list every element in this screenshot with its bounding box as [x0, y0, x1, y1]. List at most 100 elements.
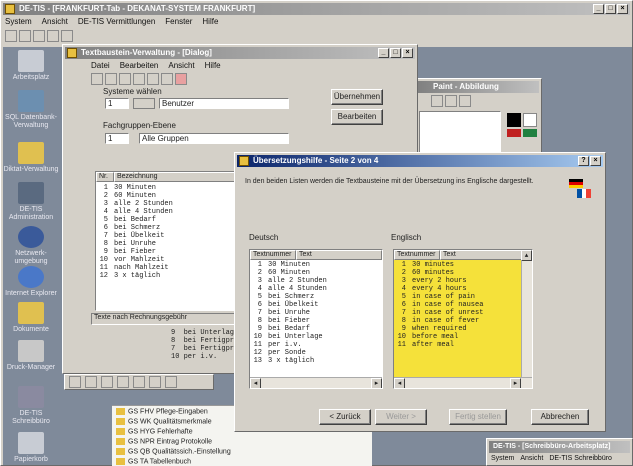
tree-item[interactable]: GS FHV Pflege-Eingaben — [116, 408, 208, 415]
print-icon[interactable] — [47, 30, 59, 42]
row-text: per Sonde — [268, 349, 306, 357]
close-button[interactable]: × — [617, 4, 628, 14]
tree-item[interactable]: GS HYG Fehlerhafte — [116, 428, 193, 435]
color-swatch-black[interactable] — [507, 113, 521, 127]
maximize-button[interactable]: □ — [605, 4, 616, 14]
minimize-button[interactable]: _ — [593, 4, 604, 14]
editor-maximize-button[interactable]: □ — [390, 48, 401, 58]
french-flag-icon[interactable] — [577, 189, 592, 198]
image-window-titlebar[interactable]: Paint - Abbildung — [417, 81, 539, 93]
row-number: 3 — [103, 200, 108, 208]
editor-menu-bearbeiten[interactable]: Bearbeiten — [120, 61, 159, 72]
open-icon[interactable] — [105, 73, 117, 85]
fill-icon[interactable] — [149, 376, 161, 388]
row-text: 3 x täglich — [114, 272, 161, 280]
cancel-button[interactable]: Abbrechen — [531, 409, 589, 425]
target-col-nr-header[interactable]: Textnummer — [394, 250, 440, 260]
home-icon[interactable] — [33, 30, 45, 42]
desktop-icon-druck[interactable]: Druck-Manager — [2, 340, 60, 372]
menu-fenster[interactable]: Fenster — [165, 17, 192, 28]
system-picker-icon[interactable] — [133, 98, 155, 109]
next-button[interactable]: Weiter > — [375, 409, 427, 425]
scroll-right-arrow-icon[interactable]: ▸ — [371, 378, 382, 388]
german-flag-icon[interactable] — [569, 179, 583, 188]
finish-button[interactable]: Fertig stellen — [449, 409, 507, 425]
color-swatch-green[interactable] — [523, 129, 537, 137]
row-text: after meal — [412, 341, 455, 349]
editor-close-button[interactable]: × — [402, 48, 413, 58]
mini-window-titlebar[interactable]: DE-TIS - [Schreibbüro-Arbeitsplatz] — [489, 441, 630, 453]
pen-icon[interactable] — [445, 95, 457, 107]
save-icon[interactable] — [119, 73, 131, 85]
editor-menu-datei[interactable]: Datei — [91, 61, 110, 72]
desktop-icon-schreibbuero[interactable]: DE-TIS Schreibbüro — [2, 386, 60, 426]
copy-icon[interactable] — [147, 73, 159, 85]
menu-system[interactable]: System — [5, 17, 32, 28]
bearbeiten-button[interactable]: Bearbeiten — [331, 109, 383, 125]
desktop-icon-dokumente[interactable]: Dokumente — [2, 302, 60, 334]
back-icon[interactable] — [5, 30, 17, 42]
folder-icon — [116, 438, 125, 445]
zoom-icon[interactable] — [431, 95, 443, 107]
tree-item[interactable]: GS QB Qualitätssich.-Einstellung — [116, 448, 231, 455]
menu-vermittlungen[interactable]: DE-TIS Vermittlungen — [78, 17, 155, 28]
desktop-icon-papierkorb[interactable]: Papierkorb — [2, 432, 60, 464]
desktop-icon-arbeitsplatz[interactable]: Arbeitsplatz — [2, 50, 60, 82]
source-col-text-header[interactable]: Text — [296, 250, 382, 260]
editor-menu-hilfe[interactable]: Hilfe — [205, 61, 221, 72]
help-icon[interactable] — [61, 30, 73, 42]
target-scroll-left-arrow-icon[interactable]: ◂ — [394, 378, 405, 388]
col-nr-header[interactable]: Nr. — [96, 172, 114, 182]
professional-name-field[interactable]: Alle Gruppen — [139, 133, 289, 144]
target-list[interactable]: Textnummer Text 1 30 minutes 2 60 minutes 3 e… — [393, 249, 533, 389]
pencil-icon[interactable] — [165, 376, 177, 388]
select-icon[interactable] — [69, 376, 81, 388]
desktop-icon-ie[interactable]: Internet Explorer — [2, 266, 60, 298]
mini-menu-ansicht[interactable]: Ansicht — [520, 455, 543, 466]
tree-item[interactable]: GS NPR Eintrag Protokolle — [116, 438, 212, 445]
desktop-icon-sql[interactable]: SQL Datenbank-Verwaltung — [2, 90, 60, 130]
mini-menu-schreibbuero[interactable]: DE-TIS Schreibbüro — [549, 455, 612, 466]
target-scroll-right-arrow-icon[interactable]: ▸ — [510, 378, 521, 388]
new-icon[interactable] — [91, 73, 103, 85]
target-col-text-header[interactable]: Text — [440, 250, 532, 260]
source-hscrollbar[interactable]: ◂ ▸ — [250, 377, 382, 388]
menu-ansicht[interactable]: Ansicht — [42, 17, 68, 28]
color-swatch-white[interactable] — [523, 113, 537, 127]
uebernehmen-button[interactable]: Übernehmen — [331, 89, 383, 105]
tree-item[interactable]: GS WK Qualitätsmerkmale — [116, 418, 212, 425]
target-vscrollbar[interactable]: ▴ — [521, 250, 532, 377]
editor-minimize-button[interactable]: _ — [378, 48, 389, 58]
menu-hilfe[interactable]: Hilfe — [202, 17, 218, 28]
ellipse-icon[interactable] — [101, 376, 113, 388]
tree-item[interactable]: GS TA Tabellenbuch — [116, 458, 191, 465]
system-number-field[interactable]: 1 — [105, 98, 129, 109]
dialog-titlebar[interactable]: Übersetzungshilfe - Seite 2 von 4 ? × — [237, 155, 603, 167]
main-window-titlebar[interactable]: DE-TIS - [FRANKFURT-Tab - DEKANAT-SYSTEM… — [3, 3, 630, 15]
back-button[interactable]: < Zurück — [319, 409, 371, 425]
desktop-icon-network[interactable]: Netzwerk-umgebung — [2, 226, 60, 266]
source-col-nr-header[interactable]: Textnummer — [250, 250, 296, 260]
system-name-field[interactable]: Benutzer — [159, 98, 289, 109]
paste-icon[interactable] — [161, 73, 173, 85]
desktop-icon-admin[interactable]: DE-TIS Administration — [2, 182, 60, 222]
text-tool-icon[interactable] — [133, 376, 145, 388]
delete-icon[interactable] — [175, 73, 187, 85]
desktop-icon-diktat[interactable]: Diktat-Verwaltung — [2, 142, 60, 174]
dialog-help-button[interactable]: ? — [578, 156, 589, 166]
rectangle-icon[interactable] — [85, 376, 97, 388]
scroll-left-arrow-icon[interactable]: ◂ — [250, 378, 261, 388]
professional-number-field[interactable]: 1 — [105, 133, 129, 144]
target-hscrollbar[interactable]: ◂ ▸ — [394, 377, 532, 388]
dialog-close-button[interactable]: × — [590, 156, 601, 166]
mini-menu-system[interactable]: System — [491, 455, 514, 466]
cut-icon[interactable] — [133, 73, 145, 85]
color-swatch-red[interactable] — [507, 129, 521, 137]
forward-icon[interactable] — [19, 30, 31, 42]
editor-menu-ansicht[interactable]: Ansicht — [168, 61, 194, 72]
editor-window-titlebar[interactable]: Textbaustein-Verwaltung - [Dialog] _ □ × — [65, 47, 415, 59]
line-icon[interactable] — [117, 376, 129, 388]
source-list[interactable]: Textnummer Text 1 30 Minuten 2 60 Minuten 3 a… — [249, 249, 383, 389]
eraser-icon[interactable] — [459, 95, 471, 107]
scroll-up-arrow-icon[interactable]: ▴ — [521, 250, 532, 261]
